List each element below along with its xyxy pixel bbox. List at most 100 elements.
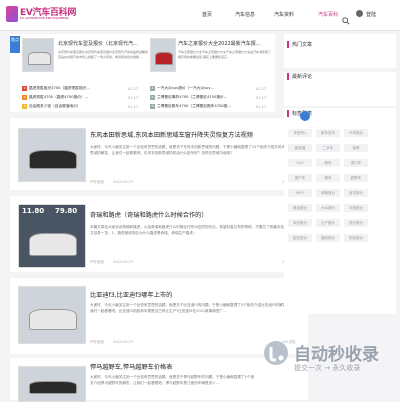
nav-car-encyclopedia[interactable]: 汽车百科 (318, 11, 338, 18)
price-overlay-1: 11.80 (22, 207, 45, 215)
article-date-2: 2024-09-27 (113, 260, 134, 264)
tag-item[interactable]: 奥迪报价 (288, 204, 312, 212)
tag-item[interactable]: 越野车 (344, 174, 368, 182)
focus-title-2[interactable]: 汽车之家报价大全2022最新汽车报… (178, 40, 274, 47)
article-date-1: 2024-09-27 (113, 180, 134, 184)
rank-badge: 6 (150, 104, 155, 109)
rank-badge: 3 (22, 104, 27, 109)
rank-badge: 4 (150, 86, 155, 91)
article-date-3: 2024-09-27 (113, 340, 134, 344)
tag-item[interactable]: 国产车 (288, 174, 312, 182)
article-thumbnail-2[interactable]: 11.80 79.80 (18, 204, 86, 268)
site-logo[interactable]: EV汽车百科网 EV AUTOMOTIVE ENCYCLOPEDIA (6, 5, 76, 25)
list-item-date: 01-17 (128, 105, 139, 109)
watermark-logo-icon (262, 339, 290, 367)
widget-accent-bar (287, 110, 289, 117)
list-item-date: 01-17 (128, 87, 139, 91)
focus-title-1[interactable]: 北京现代车型及报价（北京现代汽… (58, 40, 146, 47)
focus-list-item-4[interactable]: 4 一汽大众suv报价（一汽大众suv… (150, 86, 250, 91)
tag-item[interactable]: 现代报价 (344, 219, 368, 227)
car-image (154, 51, 174, 65)
tag-item[interactable]: SUV (288, 159, 312, 167)
article-category-1[interactable]: 汽车信息 (90, 180, 104, 185)
focus-thumbnail-1[interactable] (22, 38, 54, 72)
rank-badge: 1 (22, 86, 27, 91)
tag-item[interactable]: 二手车 (316, 144, 340, 152)
focus-list-item-6[interactable]: 6 兰博基尼跑车4700（兰博基尼跑车4700报… (150, 104, 250, 109)
tag-item[interactable]: 奔驰报价 (316, 189, 340, 197)
tag-item[interactable]: 进口车 (344, 159, 368, 167)
article-title-2[interactable]: 奇瑞和路虎（奇瑞和路虎什么时候合作的） (90, 210, 290, 219)
focus-thumbnail-2[interactable] (150, 38, 176, 72)
widget-accent-bar (287, 73, 289, 80)
tag-item[interactable]: 大众报价 (316, 204, 340, 212)
search-icon[interactable] (342, 10, 350, 25)
tag-item[interactable]: 别克报价 (344, 234, 368, 242)
watermark-subtext: 提交一次 → 永久收录 (294, 364, 361, 372)
article-title-4[interactable]: 悍马越野车,悍马越野车价格表 (90, 362, 290, 371)
login-link[interactable]: 登陆 (366, 11, 376, 18)
nav-home[interactable]: 首页 (202, 11, 212, 18)
list-item-date: 01-17 (256, 87, 267, 91)
tag-item[interactable]: 新能源 (288, 144, 312, 152)
article-thumbnail-3[interactable] (18, 286, 86, 344)
article-excerpt-1: 大家好，今天小编关注到一个比较有意思的话题，就是关于东风本田新思域的问题，于是小… (90, 145, 293, 155)
list-item-title: 自由舰多少钱（自由舰落地价） (29, 104, 81, 108)
focus-list-item-5[interactable]: 5 兰博基尼毒药4700（兰博基尼4700报价… (150, 95, 250, 100)
tag-item[interactable]: 本田报价 (288, 219, 312, 227)
nav-car-data[interactable]: 汽车资料 (274, 11, 294, 18)
list-item-title: 路虎揽胜极光4700（路虎揽胜极光... (29, 86, 90, 90)
logo-subtitle: EV AUTOMOTIVE ENCYCLOPEDIA (20, 16, 69, 20)
tag-item[interactable]: 保养 (344, 144, 368, 152)
widget-accent-bar (287, 41, 289, 48)
tag-item[interactable]: 起亚报价 (288, 234, 312, 242)
ad-badge-icon[interactable] (300, 111, 310, 121)
hot-articles-title: 热门文章 (292, 42, 313, 48)
recent-comments-title: 最新评论 (292, 74, 313, 80)
tag-item[interactable]: 宝马报价 (344, 189, 368, 197)
tag-item[interactable]: 日产报价 (316, 219, 340, 227)
article-excerpt-2: 本篇文章给大家谈谈奇瑞和路虎，以及奇瑞和路虎什么时候合作的对应的知识点，希望对各… (90, 225, 295, 235)
list-item-title: 兰博基尼毒药4700（兰博基尼4700报价… (157, 95, 228, 99)
watermark-text: 自动秒收录 (294, 345, 379, 365)
logo-icon (6, 6, 18, 22)
tag-item[interactable]: 新车发布 (316, 129, 340, 137)
car-image (28, 380, 78, 395)
focus-list-item-2[interactable]: 2 路虎揽胜4700（路虎4700报价）... (22, 95, 122, 100)
focus-text-1: 北京现代车型及报价北京现代车型及报价北京现代汽车的品牌战略简直是在中国汽车市场上… (58, 50, 148, 59)
price-overlay-2: 79.80 (55, 207, 78, 215)
car-image (28, 309, 78, 331)
tag-item[interactable]: MPV (288, 189, 312, 197)
article-thumbnail-4[interactable] (18, 366, 86, 402)
tag-item[interactable]: 跑车 (316, 174, 340, 182)
user-icon[interactable] (356, 10, 363, 17)
nav-car-info[interactable]: 汽车信息 (235, 11, 255, 18)
focus-label: 焦点 (10, 36, 20, 53)
top-header: EV汽车百科网 EV AUTOMOTIVE ENCYCLOPEDIA 首页 汽车… (0, 0, 400, 31)
tag-item[interactable]: 福特报价 (316, 234, 340, 242)
watermark: 自动秒收录 提交一次 → 永久收录 (262, 335, 392, 385)
article-excerpt-4: 大家好，今天小编关注到一个比较有意思的话题，就是关于悍马越野车的问题，于是小编就… (90, 375, 255, 385)
list-item-title: 路虎揽胜4700（路虎4700报价）... (29, 95, 89, 99)
list-item-date: 01-17 (128, 96, 139, 100)
article-title-1[interactable]: 东风本田新思域,东风本田新思域车窗升降失灵恢复方法视频 (90, 130, 290, 139)
hot-articles-widget (284, 34, 396, 68)
list-item-title: 兰博基尼跑车4700（兰博基尼跑车4700报… (157, 104, 232, 108)
article-thumbnail-1[interactable] (18, 128, 86, 182)
article-excerpt-3: 大家好，今天小编关注到一个比较有意思的话题，就是关于比亚迪f3的问题，于是小编就… (90, 303, 294, 313)
list-item-date: 01-17 (256, 105, 267, 109)
tag-item[interactable]: 轿车 (316, 159, 340, 167)
car-image (28, 149, 78, 170)
list-item-date: 01-17 (256, 96, 267, 100)
tag-item[interactable]: 车型号1 (288, 129, 312, 137)
article-category-3[interactable]: 汽车信息 (90, 340, 104, 345)
focus-text-2: 汽车之家报价大全汽车之家报价大全汽车之家报价大全是汽车消费者了解行情的重要途径,… (178, 50, 272, 59)
focus-list-item-1[interactable]: 1 路虎揽胜极光4700（路虎揽胜极光... (22, 86, 122, 91)
tag-item[interactable]: 丰田报价 (344, 204, 368, 212)
article-category-2[interactable]: 汽车信息 (90, 260, 104, 265)
article-title-3[interactable]: 比亚迪f3,比亚迪f3哪年上市的 (90, 290, 290, 299)
focus-list-item-3[interactable]: 3 自由舰多少钱（自由舰落地价） (22, 104, 122, 109)
rank-badge: 5 (150, 95, 155, 100)
tag-item[interactable]: 汽车报价 (344, 129, 368, 137)
list-item-title: 一汽大众suv报价（一汽大众suv… (157, 86, 215, 90)
